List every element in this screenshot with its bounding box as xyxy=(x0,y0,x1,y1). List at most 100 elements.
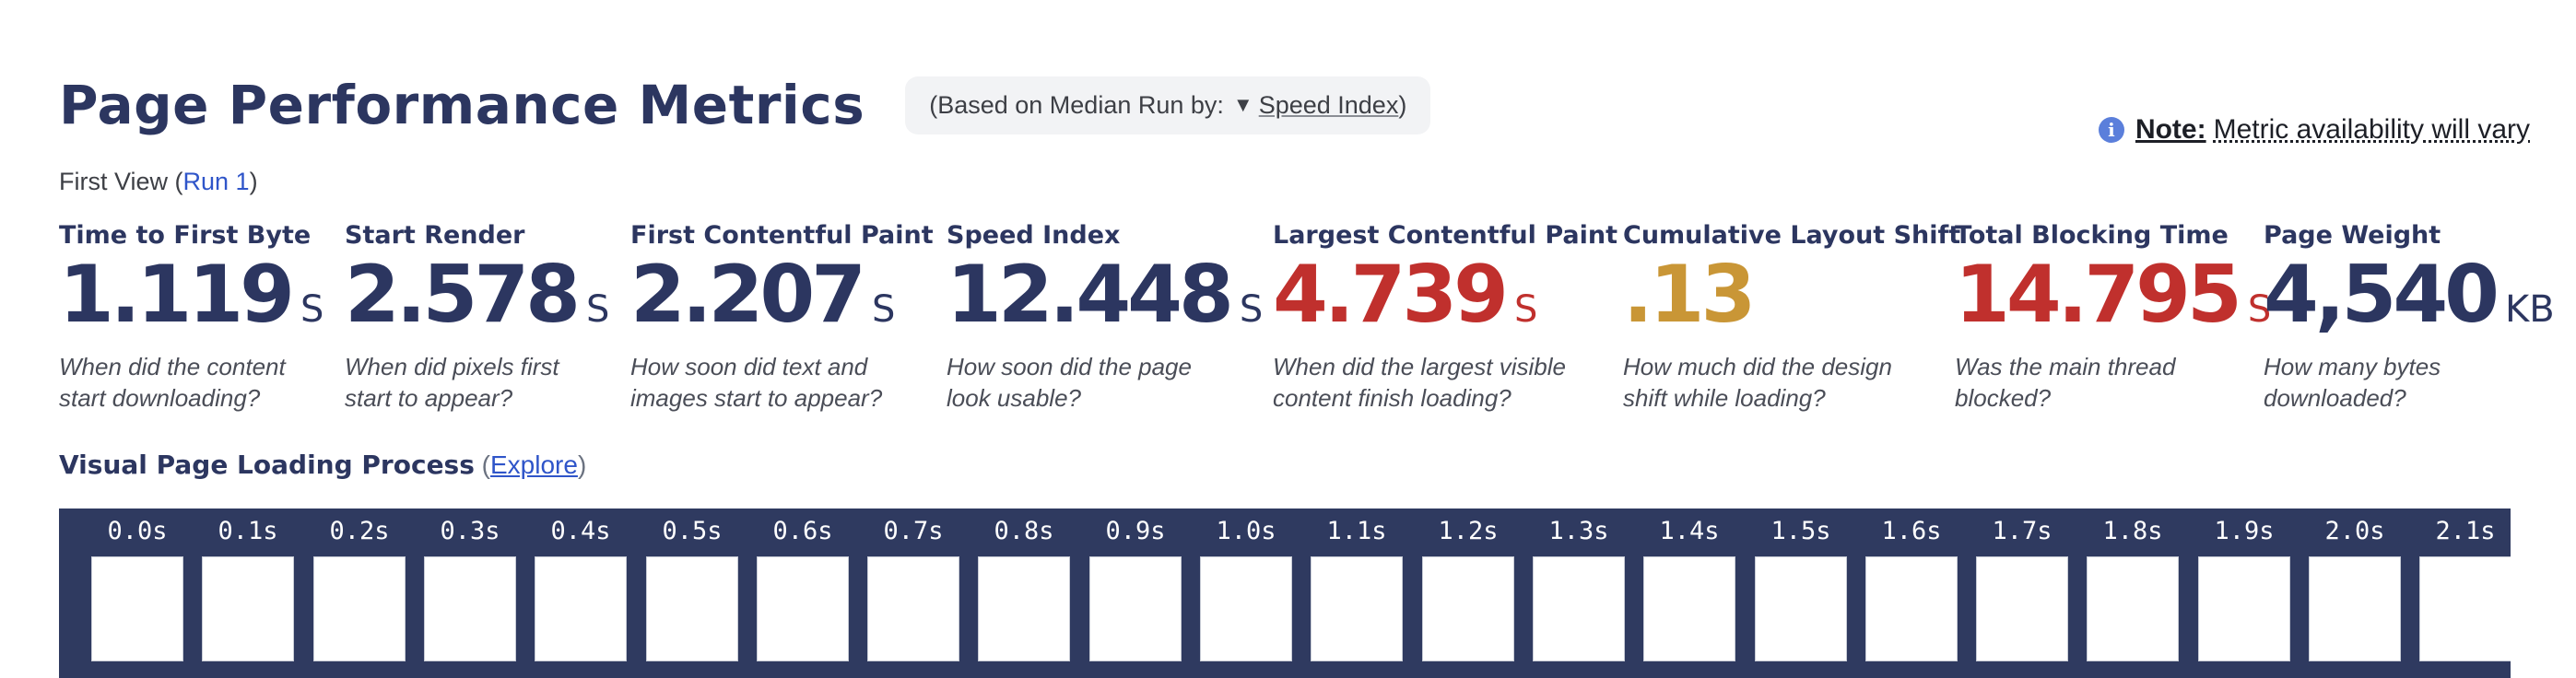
metric-description-line: When did the content xyxy=(59,353,286,380)
filmstrip-frame[interactable]: 0.9s xyxy=(1089,508,1182,661)
frame-time-label: 1.6s xyxy=(1881,517,1942,545)
frame-time-label: 0.2s xyxy=(329,517,390,545)
filmstrip-frame[interactable]: 1.1s xyxy=(1311,508,1403,661)
metric-label: Total Blocking Time xyxy=(1955,221,2229,250)
metric-label: Speed Index xyxy=(947,221,1121,250)
metric-description-line: shift while loading? xyxy=(1623,384,1826,412)
frame-thumbnail[interactable] xyxy=(535,556,627,661)
frame-time-label: 1.7s xyxy=(1992,517,2053,545)
filmstrip-frame[interactable]: 2.0s xyxy=(2309,508,2401,661)
frame-time-label: 0.1s xyxy=(218,517,278,545)
dropdown-arrow-icon[interactable]: ▼ xyxy=(1233,93,1253,117)
filmstrip-frame[interactable]: 0.5s xyxy=(646,508,738,661)
explore-link[interactable]: Explore xyxy=(490,450,578,479)
metric-description: How much did the design shift while load… xyxy=(1623,351,1960,414)
metric-description: How soon did the page look usable? xyxy=(947,351,1263,414)
run-link[interactable]: Run 1 xyxy=(183,168,250,195)
frame-thumbnail[interactable] xyxy=(867,556,959,661)
frame-thumbnail[interactable] xyxy=(1533,556,1625,661)
filmstrip-frame[interactable]: 0.8s xyxy=(978,508,1070,661)
metric-description-line: start to appear? xyxy=(345,384,513,412)
median-run-selector: (Based on Median Run by: ▼ Speed Index ) xyxy=(905,76,1431,134)
frame-thumbnail[interactable] xyxy=(202,556,294,661)
frame-thumbnail[interactable] xyxy=(1311,556,1403,661)
metric-description: When did the content start downloading? xyxy=(59,351,323,414)
metric-start-render: Start Render 2.578 S When did pixels firs… xyxy=(345,221,609,414)
frame-thumbnail[interactable] xyxy=(2198,556,2290,661)
filmstrip-frame[interactable]: 0.4s xyxy=(535,508,627,661)
metric-description-line: How soon did the page xyxy=(947,353,1192,380)
filmstrip-frame[interactable]: 2.1s xyxy=(2419,508,2511,661)
frame-thumbnail[interactable] xyxy=(2419,556,2511,661)
metric-description-line: blocked? xyxy=(1955,384,2052,412)
frame-thumbnail[interactable] xyxy=(646,556,738,661)
frame-time-label: 1.0s xyxy=(1216,517,1276,545)
frame-thumbnail[interactable] xyxy=(1865,556,1958,661)
filmstrip-frame[interactable]: 0.1s xyxy=(202,508,294,661)
metric-lcp: Largest Contentful Paint 4.739 S When did… xyxy=(1273,221,1617,414)
metric-label: Cumulative Layout Shift xyxy=(1623,221,1961,250)
filmstrip-frame[interactable]: 0.2s xyxy=(313,508,406,661)
filmstrip-frame[interactable]: 1.2s xyxy=(1422,508,1514,661)
metric-unit: S xyxy=(1514,288,1538,331)
filmstrip-frame[interactable]: 1.0s xyxy=(1200,508,1292,661)
metric-description-line: images start to appear? xyxy=(630,384,883,412)
frame-time-label: 0.5s xyxy=(662,517,723,545)
filmstrip-frame[interactable]: 1.7s xyxy=(1976,508,2068,661)
frame-thumbnail[interactable] xyxy=(313,556,406,661)
filmstrip-frame[interactable]: 1.6s xyxy=(1865,508,1958,661)
frame-time-label: 1.3s xyxy=(1548,517,1609,545)
frame-thumbnail[interactable] xyxy=(91,556,183,661)
note-text[interactable]: Metric availability will vary xyxy=(2214,114,2530,146)
metric-description-line: How soon did text and xyxy=(630,353,868,380)
frame-time-label: 0.0s xyxy=(107,517,168,545)
metric-note: i Note: Metric availability will vary xyxy=(2098,114,2530,146)
frame-thumbnail[interactable] xyxy=(757,556,849,661)
filmstrip-frame[interactable]: 1.9s xyxy=(2198,508,2290,661)
metric-description: How soon did text and images start to ap… xyxy=(630,351,934,414)
metric-description-line: When did the largest visible xyxy=(1273,353,1566,380)
metric-label: Page Weight xyxy=(2264,221,2441,250)
filmstrip-frame[interactable]: 0.0s xyxy=(91,508,183,661)
median-prefix: (Based on Median Run by: xyxy=(929,90,1224,119)
metric-description: Was the main thread blocked? xyxy=(1955,351,2271,414)
filmstrip-frame[interactable]: 1.4s xyxy=(1643,508,1735,661)
metric-value: 1.119 xyxy=(59,249,295,341)
first-view-prefix: First View ( xyxy=(59,168,183,195)
filmstrip-frame[interactable]: 1.5s xyxy=(1755,508,1847,661)
frame-thumbnail[interactable] xyxy=(2309,556,2401,661)
metric-label: Largest Contentful Paint xyxy=(1273,221,1617,250)
frame-time-label: 2.0s xyxy=(2324,517,2385,545)
frame-thumbnail[interactable] xyxy=(1422,556,1514,661)
frame-time-label: 0.4s xyxy=(550,517,611,545)
visual-progress-heading: Visual Page Loading Process (Explore) xyxy=(59,450,586,480)
filmstrip-frame[interactable]: 0.3s xyxy=(424,508,516,661)
metric-value-row: 2.207 S xyxy=(630,255,934,334)
frame-thumbnail[interactable] xyxy=(1089,556,1182,661)
metric-unit: S xyxy=(586,288,610,331)
metric-unit: KB xyxy=(2505,288,2555,331)
frame-thumbnail[interactable] xyxy=(1643,556,1735,661)
frame-thumbnail[interactable] xyxy=(1976,556,2068,661)
filmstrip-frame[interactable]: 0.6s xyxy=(757,508,849,661)
frame-time-label: 0.8s xyxy=(994,517,1054,545)
metric-description-line: start downloading? xyxy=(59,384,261,412)
filmstrip-frame[interactable]: 1.8s xyxy=(2087,508,2179,661)
filmstrip-frame[interactable]: 1.3s xyxy=(1533,508,1625,661)
frame-thumbnail[interactable] xyxy=(1755,556,1847,661)
metric-cls: Cumulative Layout Shift .13 How much did… xyxy=(1623,221,1960,414)
frame-time-label: 0.3s xyxy=(440,517,500,545)
filmstrip[interactable]: 0.0s 0.1s 0.2s 0.3s 0.4s 0.5s 0.6s 0.7s 0.8s 0.9s… xyxy=(59,508,2511,678)
paren-close: ) xyxy=(577,450,587,479)
metric-description-line: How much did the design xyxy=(1623,353,1892,380)
page-title: Page Performance Metrics xyxy=(59,74,865,136)
frame-thumbnail[interactable] xyxy=(978,556,1070,661)
filmstrip-frame[interactable]: 0.7s xyxy=(867,508,959,661)
frame-thumbnail[interactable] xyxy=(2087,556,2179,661)
frame-thumbnail[interactable] xyxy=(424,556,516,661)
metric-value-row: 12.448 S xyxy=(947,255,1263,334)
first-view-label: First View (Run 1) xyxy=(59,168,258,196)
metric-value: 4,540 xyxy=(2264,249,2500,341)
frame-thumbnail[interactable] xyxy=(1200,556,1292,661)
median-metric-select[interactable]: Speed Index xyxy=(1259,91,1399,120)
